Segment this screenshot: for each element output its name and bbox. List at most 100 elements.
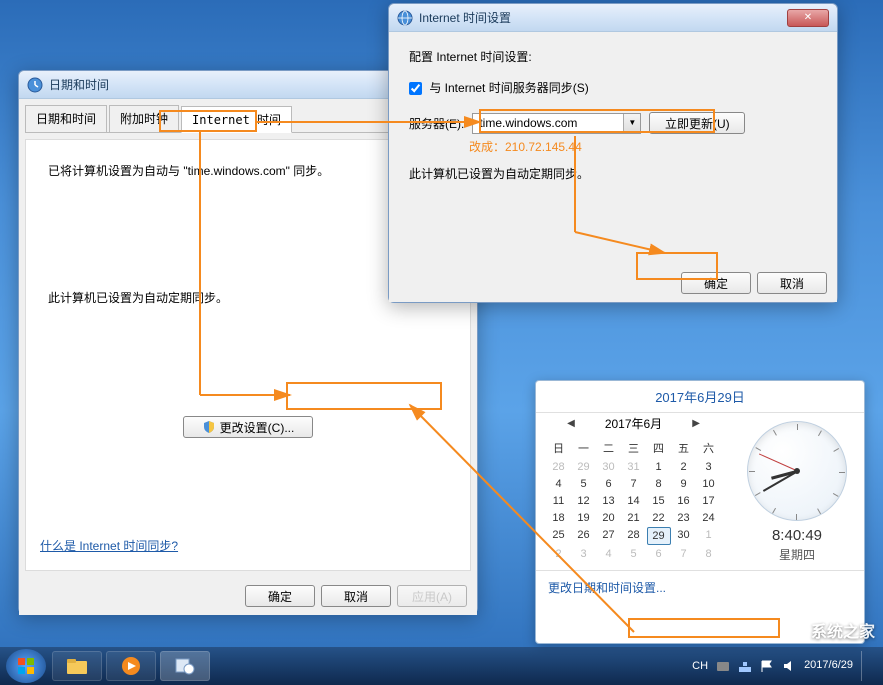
windows-logo-icon [16, 656, 36, 676]
clock-icon [27, 77, 43, 93]
tray-flag-icon[interactable] [760, 659, 774, 673]
server-input[interactable] [473, 114, 623, 132]
update-now-button[interactable]: 立即更新(U) [649, 112, 745, 134]
cancel-button[interactable]: 取消 [321, 585, 391, 607]
calendar-day-header: 六 [697, 438, 721, 458]
calendar-day[interactable]: 18 [547, 510, 571, 526]
calendar-clock-icon [175, 657, 195, 675]
help-link[interactable]: 什么是 Internet 时间同步? [40, 539, 178, 553]
annotation-change-to: 改成：210.72.145.44 [469, 138, 817, 155]
calendar-day[interactable]: 17 [697, 493, 721, 509]
calendar-day-prev[interactable]: 28 [547, 459, 571, 475]
calendar-day[interactable]: 12 [572, 493, 596, 509]
close-button[interactable]: ✕ [787, 9, 829, 27]
calendar-day[interactable]: 6 [597, 476, 621, 492]
calendar-day[interactable]: 2 [672, 459, 696, 475]
calendar-day[interactable]: 16 [672, 493, 696, 509]
calendar-day[interactable]: 10 [697, 476, 721, 492]
calendar-day-header: 二 [597, 438, 621, 458]
status-text: 此计算机已设置为自动定期同步。 [409, 165, 817, 182]
calendar-day[interactable]: 15 [647, 493, 671, 509]
heading-text: 配置 Internet 时间设置: [409, 48, 817, 65]
start-button[interactable] [6, 649, 46, 683]
clock-panel: 8:40:49 星期四 [742, 421, 852, 563]
apply-button: 应用(A) [397, 585, 467, 607]
ok-button[interactable]: 确定 [681, 272, 751, 294]
tray-vmware-icon[interactable] [716, 659, 730, 673]
calendar-day[interactable]: 3 [697, 459, 721, 475]
calendar-nav: ◀ 2017年6月 ▶ [536, 413, 731, 438]
cancel-button[interactable]: 取消 [757, 272, 827, 294]
calendar-day[interactable]: 5 [572, 476, 596, 492]
calendar-day-next[interactable]: 8 [697, 546, 721, 562]
calendar-day[interactable]: 25 [547, 527, 571, 545]
calendar-day[interactable]: 26 [572, 527, 596, 545]
calendar-day-next[interactable]: 6 [647, 546, 671, 562]
language-indicator[interactable]: CH [692, 660, 708, 672]
calendar-day-prev[interactable]: 29 [572, 459, 596, 475]
analog-clock [747, 421, 847, 521]
tray-volume-icon[interactable] [782, 659, 796, 673]
calendar-day[interactable]: 19 [572, 510, 596, 526]
change-date-time-link[interactable]: 更改日期和时间设置... [548, 581, 666, 595]
change-settings-button[interactable]: 更改设置(C)... [183, 416, 313, 438]
calendar-day-next[interactable]: 4 [597, 546, 621, 562]
calendar-day[interactable]: 8 [647, 476, 671, 492]
calendar-day-next[interactable]: 3 [572, 546, 596, 562]
taskbar-item-datetime[interactable] [160, 651, 210, 681]
tab-date-time[interactable]: 日期和时间 [25, 105, 107, 132]
calendar-day[interactable]: 7 [622, 476, 646, 492]
popup-footer: 更改日期和时间设置... [536, 570, 864, 604]
calendar-day-prev[interactable]: 31 [622, 459, 646, 475]
calendar-day[interactable]: 27 [597, 527, 621, 545]
calendar-day-next[interactable]: 1 [697, 527, 721, 545]
tray-network-icon[interactable] [738, 659, 752, 673]
calendar-day[interactable]: 11 [547, 493, 571, 509]
sync-checkbox[interactable] [409, 82, 422, 95]
calendar-clock-popup: 2017年6月29日 ◀ 2017年6月 ▶ 日一二三四五六2829303112… [535, 380, 865, 644]
internet-time-titlebar[interactable]: Internet 时间设置 ✕ [389, 4, 837, 32]
tab-additional-clocks[interactable]: 附加时钟 [109, 105, 179, 132]
calendar-day[interactable]: 28 [622, 527, 646, 545]
tray-clock[interactable]: 2017/6/29 [804, 659, 853, 672]
calendar-day[interactable]: 14 [622, 493, 646, 509]
tab-internet-time[interactable]: Internet 时间 [181, 106, 292, 133]
sync-checkbox-row[interactable]: 与 Internet 时间服务器同步(S) [409, 79, 817, 96]
taskbar[interactable]: CH 2017/6/29 [0, 647, 883, 685]
popup-date-header: 2017年6月29日 [536, 381, 864, 412]
taskbar-item-explorer[interactable] [52, 651, 102, 681]
server-label: 服务器(E): [409, 115, 464, 132]
second-hand [759, 453, 798, 471]
calendar-day[interactable]: 23 [672, 510, 696, 526]
system-tray[interactable]: CH 2017/6/29 [692, 651, 877, 681]
taskbar-item-media[interactable] [106, 651, 156, 681]
calendar-day-next[interactable]: 7 [672, 546, 696, 562]
prev-month-button[interactable]: ◀ [567, 418, 575, 429]
calendar-day-header: 一 [572, 438, 596, 458]
calendar-day[interactable]: 29 [647, 527, 671, 545]
calendar-day[interactable]: 1 [647, 459, 671, 475]
calendar-day[interactable]: 21 [622, 510, 646, 526]
show-desktop-button[interactable] [861, 651, 869, 681]
calendar-day-next[interactable]: 5 [622, 546, 646, 562]
calendar-day-prev[interactable]: 30 [597, 459, 621, 475]
chevron-down-icon[interactable]: ▼ [623, 114, 640, 133]
dialog-body: 配置 Internet 时间设置: 与 Internet 时间服务器同步(S) … [389, 32, 837, 198]
calendar-day[interactable]: 20 [597, 510, 621, 526]
month-label[interactable]: 2017年6月 [605, 415, 662, 432]
calendar-day[interactable]: 30 [672, 527, 696, 545]
ok-button[interactable]: 确定 [245, 585, 315, 607]
calendar-day[interactable]: 24 [697, 510, 721, 526]
calendar-day[interactable]: 9 [672, 476, 696, 492]
server-combobox[interactable]: ▼ [472, 113, 641, 134]
calendar-day-next[interactable]: 2 [547, 546, 571, 562]
calendar-day[interactable]: 4 [547, 476, 571, 492]
calendar-day[interactable]: 22 [647, 510, 671, 526]
next-month-button[interactable]: ▶ [692, 418, 700, 429]
folder-icon [66, 657, 88, 675]
calendar-day[interactable]: 13 [597, 493, 621, 509]
shield-icon [202, 420, 216, 434]
calendar-day-header: 日 [547, 438, 571, 458]
internet-time-settings-window: Internet 时间设置 ✕ 配置 Internet 时间设置: 与 Inte… [388, 3, 838, 303]
dialog-button-row: 确定 取消 [389, 264, 837, 302]
